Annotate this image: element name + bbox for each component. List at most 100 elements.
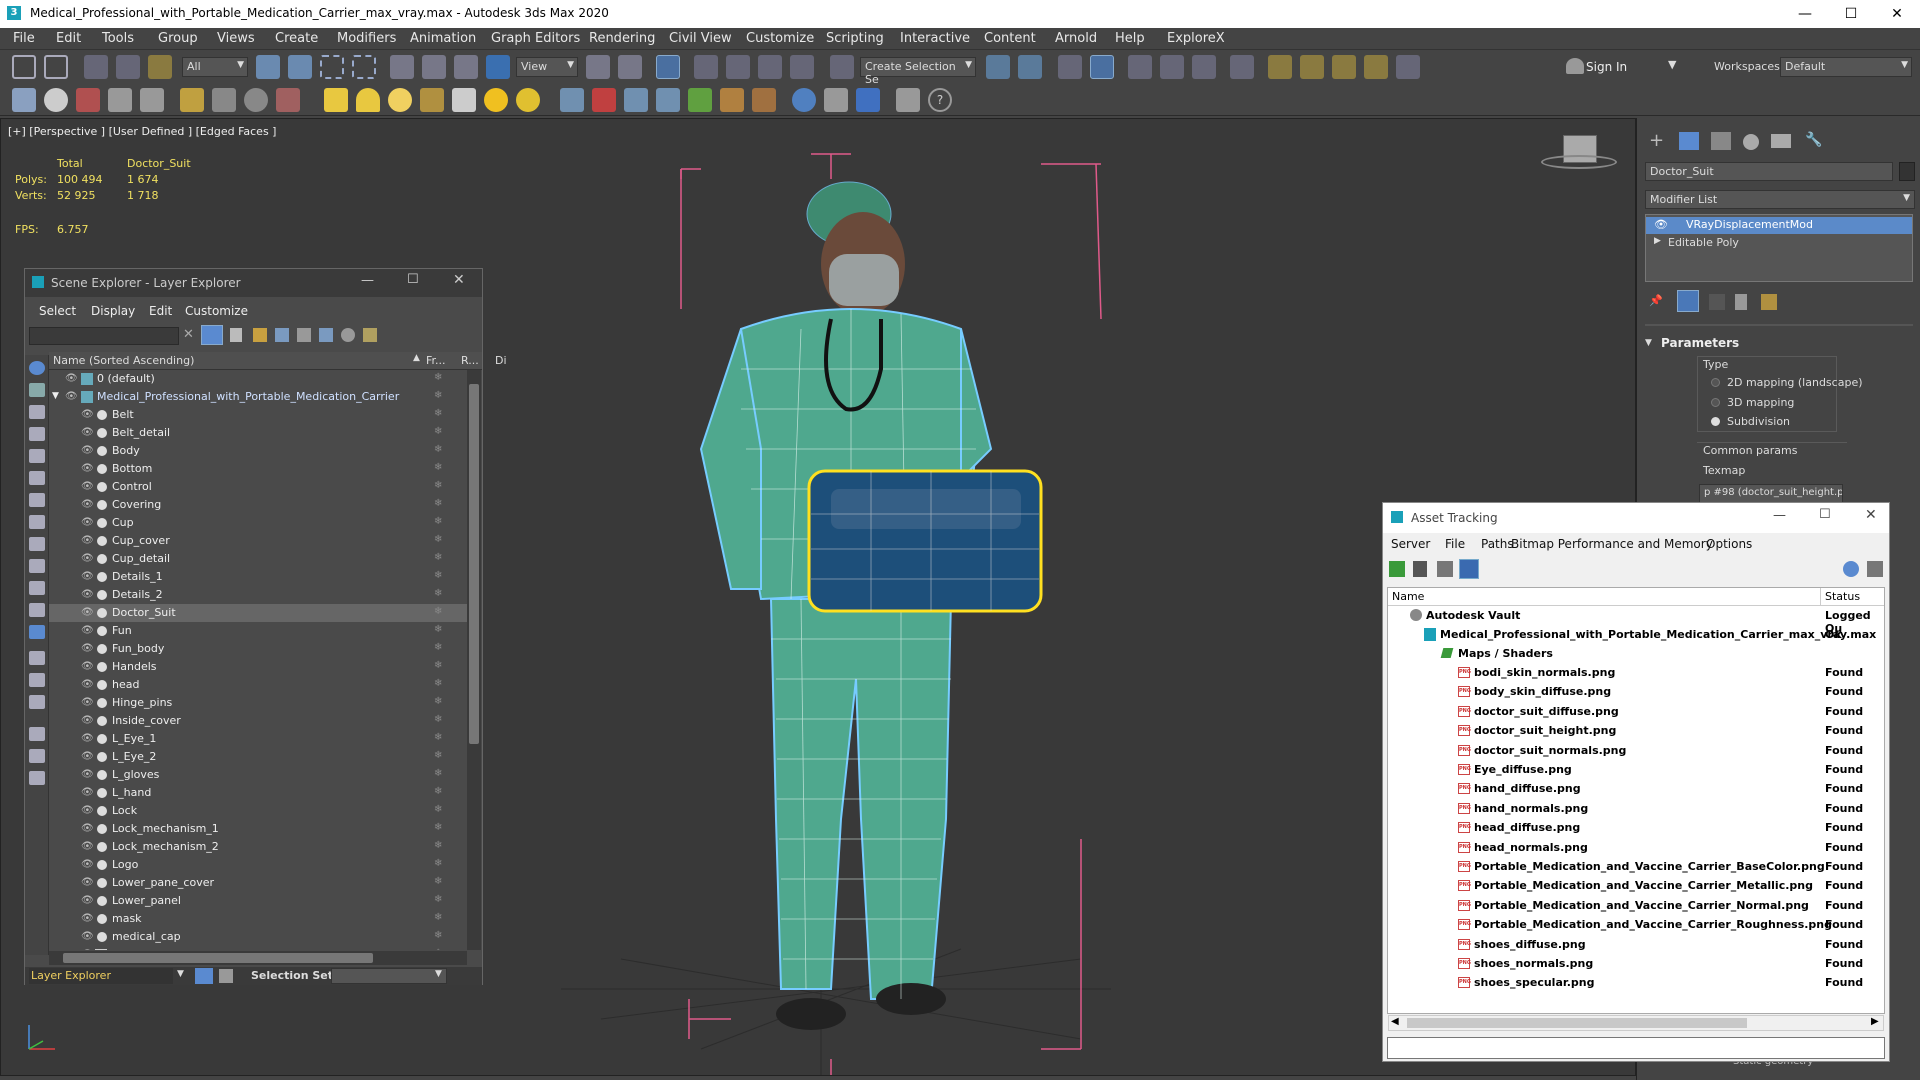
menu-rendering[interactable]: Rendering bbox=[589, 31, 655, 46]
menu-file[interactable]: File bbox=[1445, 537, 1465, 551]
cloud-icon[interactable] bbox=[44, 88, 68, 112]
eye-icon[interactable]: 👁 bbox=[81, 769, 94, 781]
eye-icon[interactable]: 👁 bbox=[81, 805, 94, 817]
asset-row-map[interactable]: PNG doctor_suit_normals.png Found bbox=[1388, 741, 1884, 760]
column-display-header[interactable]: Di bbox=[495, 354, 507, 367]
unlink-icon[interactable] bbox=[116, 55, 140, 79]
object-row-details-1[interactable]: 👁Details_1❄▲ bbox=[49, 568, 467, 586]
object-row-belt[interactable]: 👁Belt❄▲ bbox=[49, 406, 467, 424]
make-unique-icon[interactable] bbox=[1709, 294, 1725, 310]
helpers-filter-icon[interactable] bbox=[29, 471, 45, 485]
eye-icon[interactable]: 👁 bbox=[81, 535, 94, 547]
freeze-icon[interactable]: ❄ bbox=[434, 714, 442, 725]
freeze-icon[interactable]: ❄ bbox=[434, 894, 442, 905]
a360-gallery-icon[interactable] bbox=[1396, 55, 1420, 79]
scrollbar-thumb[interactable] bbox=[469, 384, 479, 744]
ies-light-icon[interactable] bbox=[420, 88, 444, 112]
freeze-icon[interactable]: ❄ bbox=[434, 408, 442, 419]
freeze-icon[interactable]: ❄ bbox=[434, 390, 442, 401]
object-row-l-hand[interactable]: 👁L_hand❄▲ bbox=[49, 784, 467, 802]
explorer-type-combo[interactable]: Layer Explorer bbox=[29, 968, 173, 984]
eye-icon[interactable]: 👁 bbox=[81, 841, 94, 853]
bones-filter-icon[interactable] bbox=[29, 559, 45, 573]
column-status-header[interactable]: Status bbox=[1825, 590, 1860, 603]
object-color-swatch[interactable] bbox=[1899, 162, 1915, 181]
object-row-l-gloves[interactable]: 👁L_gloves❄▲ bbox=[49, 766, 467, 784]
select-object-icon[interactable] bbox=[256, 55, 280, 79]
eye-icon[interactable]: 👁 bbox=[81, 859, 94, 871]
eye-icon[interactable]: 👁 bbox=[81, 661, 94, 673]
asset-row-map[interactable]: PNG bodi_skin_normals.png Found bbox=[1388, 663, 1884, 682]
fur-icon[interactable] bbox=[560, 88, 584, 112]
undo-icon[interactable] bbox=[12, 55, 36, 79]
freeze-icon[interactable]: ❄ bbox=[434, 372, 442, 383]
menu-modifiers[interactable]: Modifiers bbox=[337, 31, 396, 46]
eye-icon[interactable]: 👁 bbox=[81, 823, 94, 835]
containers-filter-icon[interactable] bbox=[29, 581, 45, 595]
minimize-button[interactable]: — bbox=[1773, 508, 1786, 523]
eye-icon[interactable]: 👁 bbox=[81, 877, 94, 889]
help-icon[interactable]: ? bbox=[928, 88, 952, 112]
radio-dot-icon[interactable] bbox=[1711, 378, 1720, 387]
reference-coordinate-combo[interactable]: View ▼ bbox=[516, 57, 578, 77]
object-row-covering[interactable]: 👁Covering❄▲ bbox=[49, 496, 467, 514]
eye-icon[interactable]: 👁 bbox=[81, 679, 94, 691]
object-row-cup[interactable]: 👁Cup❄▲ bbox=[49, 514, 467, 532]
modifier-list-combo[interactable]: Modifier List ▼ bbox=[1645, 190, 1915, 209]
scroll-right-icon[interactable]: ▶ bbox=[1871, 1016, 1879, 1027]
eye-icon[interactable]: 👁 bbox=[81, 787, 94, 799]
selection-set-dropdown-icon[interactable]: ▼ bbox=[435, 969, 442, 979]
asset-tracking-titlebar[interactable]: Asset Tracking — ☐ ✕ bbox=[1383, 503, 1889, 533]
scale-icon[interactable] bbox=[454, 55, 478, 79]
eye-icon[interactable]: 👁 bbox=[81, 427, 94, 439]
hfur-icon[interactable] bbox=[720, 88, 744, 112]
freeze-icon[interactable]: ❄ bbox=[434, 516, 442, 527]
spinner-snap-icon[interactable] bbox=[790, 55, 814, 79]
asset-row-map[interactable]: PNG head_normals.png Found bbox=[1388, 838, 1884, 857]
eye-icon[interactable]: 👁 bbox=[81, 625, 94, 637]
menu-display[interactable]: Display bbox=[91, 304, 135, 318]
selection-set-combo[interactable] bbox=[331, 968, 447, 984]
freeze-icon[interactable]: ❄ bbox=[434, 786, 442, 797]
menu-tools[interactable]: Tools bbox=[102, 31, 134, 46]
menu-file[interactable]: File bbox=[13, 31, 35, 46]
asset-row-map[interactable]: PNG Portable_Medication_and_Vaccine_Carri… bbox=[1388, 896, 1884, 915]
settings-icon[interactable] bbox=[363, 328, 377, 342]
workspaces-combo[interactable]: Default ▼ bbox=[1780, 57, 1912, 77]
menu-edit[interactable]: Edit bbox=[149, 304, 172, 318]
mirror-icon[interactable] bbox=[986, 55, 1010, 79]
object-row-mask[interactable]: 👁mask❄▲ bbox=[49, 910, 467, 928]
layers-icon[interactable] bbox=[319, 328, 333, 342]
modify-tab-icon[interactable] bbox=[1679, 132, 1699, 150]
invert-filter-icon[interactable] bbox=[29, 695, 45, 709]
asset-horizontal-scrollbar[interactable]: ◀ ▶ bbox=[1388, 1015, 1884, 1031]
layer-row-default[interactable]: 👁 0 (default) ❄ ▲ bbox=[49, 370, 467, 388]
parameters-rollout-title[interactable]: Parameters bbox=[1661, 336, 1739, 350]
align-icon[interactable] bbox=[1018, 55, 1042, 79]
dome-icon[interactable] bbox=[356, 88, 380, 112]
eye-icon[interactable]: 👁 bbox=[81, 607, 94, 619]
render-setup-icon[interactable] bbox=[1268, 55, 1292, 79]
object-row-body[interactable]: 👁Body❄▲ bbox=[49, 442, 467, 460]
maximize-button[interactable]: ☐ bbox=[1828, 0, 1874, 28]
funnel-icon[interactable] bbox=[29, 749, 45, 763]
freeze-icon[interactable]: ❄ bbox=[434, 570, 442, 581]
display-all-icon[interactable] bbox=[29, 361, 45, 375]
menu-content[interactable]: Content bbox=[984, 31, 1036, 46]
sphere-object-icon[interactable] bbox=[656, 88, 680, 112]
object-row-head[interactable]: 👁head❄▲ bbox=[49, 676, 467, 694]
vertical-scrollbar[interactable] bbox=[467, 370, 481, 950]
object-row-lower-pane-cover[interactable]: 👁Lower_pane_cover❄▲ bbox=[49, 874, 467, 892]
utilities-tab-icon[interactable]: 🔧 bbox=[1805, 132, 1823, 150]
asset-row-map[interactable]: PNG doctor_suit_diffuse.png Found bbox=[1388, 702, 1884, 721]
stack-item-vraydisplacementmod[interactable]: 👁 VRayDisplacementMod bbox=[1646, 217, 1912, 234]
object-row-lock-mechanism-1[interactable]: 👁Lock_mechanism_1❄▲ bbox=[49, 820, 467, 838]
eye-icon[interactable]: 👁 bbox=[81, 499, 94, 511]
add-to-layer-icon[interactable] bbox=[275, 328, 289, 342]
hierarchy-icon[interactable] bbox=[219, 969, 233, 983]
pivot-center-icon[interactable] bbox=[586, 55, 610, 79]
radio-dot-icon[interactable] bbox=[1711, 398, 1720, 407]
groups-filter-icon[interactable] bbox=[29, 515, 45, 529]
explorer-type-dropdown-icon[interactable]: ▼ bbox=[177, 969, 184, 979]
geometry-filter-icon[interactable] bbox=[29, 383, 45, 397]
